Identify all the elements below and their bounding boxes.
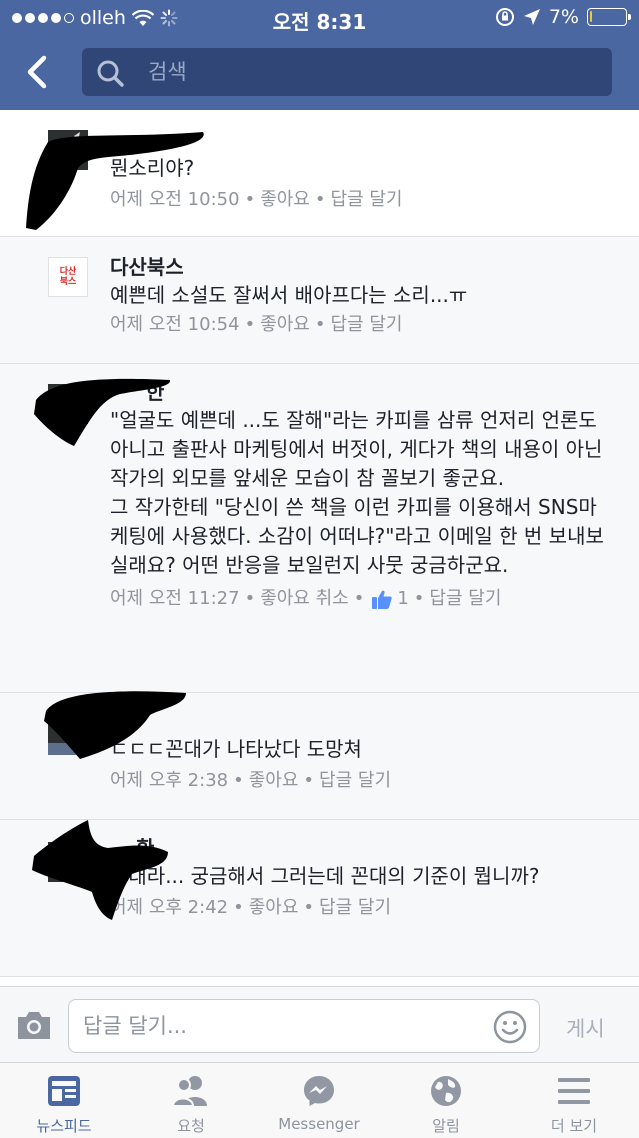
battery-icon [587,8,631,26]
battery-percent: 7% [548,6,579,28]
comment-time: 어제 오전 10:50 [110,189,240,210]
publisher-logo: 다산 북스 [59,267,77,287]
like-link[interactable]: 좋아요 [249,895,299,921]
friend-requests-icon [171,1076,207,1107]
tab-bar: 뉴스피드 요청 Messenger 알림 더 보기 [0,1062,639,1138]
search-bar[interactable] [82,48,612,96]
like-link[interactable]: 좋아요 [260,312,310,338]
comment-list: 뭔소리야? 어제 오전 10:50 • 좋아요 • 답글 달기 다산 북스 다산북스… [0,110,639,977]
avatar[interactable] [48,842,88,882]
comment-text: 꼰대라... 궁금해서 그러는데 꼰대의 기준이 뭡니까? [110,864,540,888]
like-link[interactable]: 좋아요 [249,768,299,794]
tab-newsfeed[interactable]: 뉴스피드 [0,1073,128,1136]
comment-meta: 어제 오전 10:54 • 좋아요 • 답글 달기 [110,312,607,338]
reply-link[interactable]: 답글 달기 [319,895,391,921]
avatar[interactable] [48,384,88,424]
comment-item: 뭔소리야? 어제 오전 10:50 • 좋아요 • 답글 달기 [0,110,639,237]
tab-label: Messenger [278,1115,360,1133]
chevron-left-icon[interactable] [20,50,56,94]
reply-link[interactable]: 답글 달기 [429,586,501,612]
camera-icon[interactable] [15,1009,53,1041]
tab-label: 알림 [432,1117,460,1135]
avatar[interactable]: 다산 북스 [48,257,88,297]
tab-label: 요청 [177,1117,205,1135]
comment-time: 어제 오후 2:42 [110,897,229,918]
tab-messenger[interactable]: Messenger [255,1073,383,1133]
tab-requests[interactable]: 요청 [127,1073,255,1136]
thumbs-up-icon [372,590,393,609]
location-arrow-icon [523,9,540,25]
like-link[interactable]: 좋아요 [260,187,310,213]
reply-bar: 게시 [0,986,639,1062]
comment-time: 어제 오전 11:27 [110,588,240,609]
search-input[interactable] [148,48,588,96]
comment-meta: 어제 오후 2:38 • 좋아요 • 답글 달기 [110,768,607,794]
rotation-lock-icon [495,8,514,26]
tab-notifications[interactable]: 알림 [382,1073,510,1136]
globe-icon [431,1076,461,1106]
tab-more[interactable]: 더 보기 [510,1073,638,1136]
comment-item: ㄷㄷㄷ꼰대가 나타났다 도망쳐 어제 오후 2:38 • 좋아요 • 답글 달기 [0,691,639,820]
comment-meta: 어제 오전 11:27 • 좋아요 취소 • 1 • 답글 달기 [110,586,607,612]
avatar[interactable] [48,715,88,755]
smiley-icon[interactable] [493,1010,527,1044]
status-bar: olleh 오전 8:31 7% [0,0,639,36]
comment-text: 뭔소리야? [110,156,195,180]
reply-input[interactable] [83,1000,483,1052]
tab-label: 뉴스피드 [36,1117,92,1135]
comment-meta: 어제 오후 2:42 • 좋아요 • 답글 달기 [110,895,607,921]
comment-time: 어제 오후 2:38 [110,770,229,791]
reply-link[interactable]: 답글 달기 [319,768,391,794]
messenger-icon [304,1076,334,1106]
reply-link[interactable]: 답글 달기 [331,187,403,213]
unlike-link[interactable]: 좋아요 취소 [260,586,349,612]
comment-item: 다산 북스 다산북스 예쁜데 소설도 잘써서 배아프다는 소리...ㅠ 어제 오… [0,237,639,364]
comment-item: 한 "얼굴도 예쁜데 ...도 잘해"라는 카피를 삼류 언저리 언론도 아니고… [0,364,639,693]
comment-author[interactable]: 환 [110,834,607,862]
post-button[interactable]: 게시 [566,1013,605,1043]
comment-text: 예쁜데 소설도 잘써서 배아프다는 소리...ㅠ [110,283,468,307]
comment-meta: 어제 오전 10:50 • 좋아요 • 답글 달기 [110,187,607,213]
reply-input-box[interactable] [68,999,540,1053]
comment-time: 어제 오전 10:54 [110,314,240,335]
comment-text: ㄷㄷㄷ꼰대가 나타났다 도망쳐 [110,737,362,761]
app-header: olleh 오전 8:31 7% 검색 [0,0,639,110]
like-count[interactable]: 1 [397,586,408,612]
menu-icon [558,1078,590,1104]
search-icon [97,60,124,87]
tab-label: 더 보기 [550,1117,598,1135]
comment-text: "얼굴도 예쁜데 ...도 잘해"라는 카피를 삼류 언저리 언론도 아니고 출… [110,408,604,577]
comment-item: 환 꼰대라... 궁금해서 그러는데 꼰대의 기준이 뭡니까? 어제 오후 2:… [0,820,639,977]
comment-author[interactable]: 한 [110,378,607,406]
avatar[interactable] [48,130,88,170]
reply-link[interactable]: 답글 달기 [331,312,403,338]
newsfeed-icon [48,1076,80,1106]
comment-author[interactable]: 다산북스 [110,253,607,281]
